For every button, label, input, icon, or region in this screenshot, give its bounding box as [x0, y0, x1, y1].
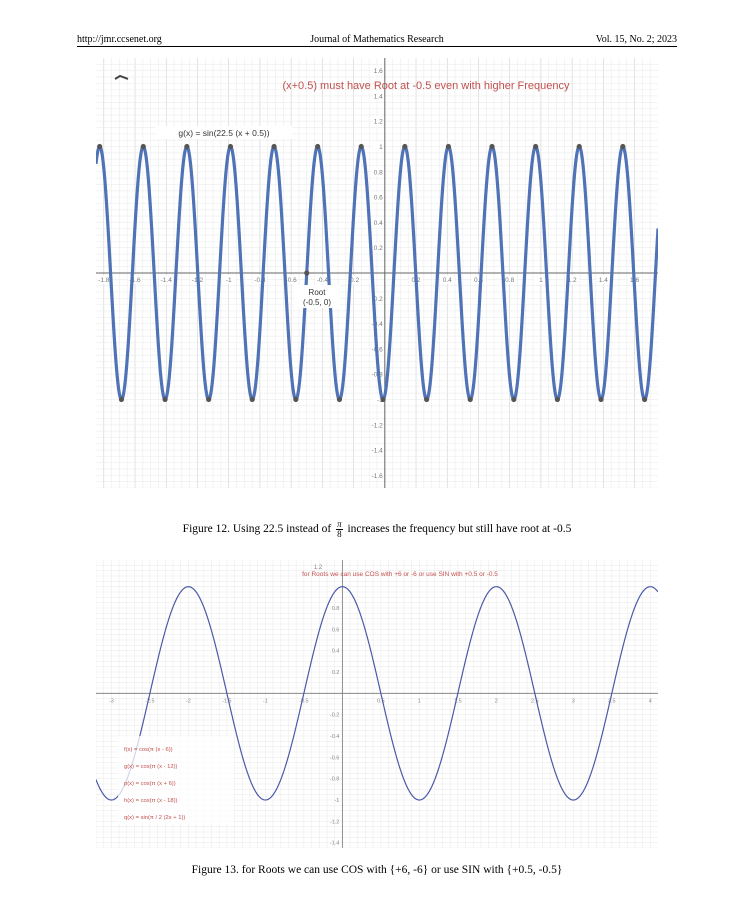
maximum-point [489, 143, 495, 150]
y-tick-label: 1.6 [374, 68, 383, 75]
x-tick-label: -1.8 [98, 277, 110, 284]
y-tick-label: -1.6 [372, 473, 384, 480]
minimum-point [380, 396, 386, 403]
maximum-point [402, 143, 408, 150]
y-tick-label: 0.8 [374, 169, 383, 176]
volume-info: Vol. 15, No. 2; 2023 [595, 34, 677, 45]
x-tick-label: -1 [263, 698, 268, 704]
x-tick-label: 4 [649, 698, 652, 704]
figure-12-caption: Figure 12. Using 22.5 instead of π8 incr… [0, 520, 754, 539]
function-legend: f(x) = cos(π (x - 6)) g(x) = cos(π (x - 1… [118, 736, 234, 824]
figure-13-caption: Figure 13. for Roots we can use COS with… [191, 864, 563, 876]
legend-entry: f(x) = cos(π (x - 6)) [124, 747, 173, 753]
y-tick-label: 0.2 [374, 245, 383, 252]
minimum-point [424, 396, 430, 403]
root-label-coords: (-0.5, 0) [303, 298, 331, 307]
minimum-point [467, 396, 473, 403]
y-tick-label: -0.8 [330, 777, 339, 783]
y-tick-label: 0.4 [374, 220, 383, 227]
figure-12-plot: -1.8 -1.6 -1.4 -1.2 -1 -0.8 -0.6 -0.4 -0.2 0.2 0.4… [96, 58, 658, 488]
y-tick-label: -1 [334, 798, 339, 804]
x-tick-label: -1.5 [222, 698, 231, 704]
caption-text: Figure 12. Using 22.5 instead of [182, 523, 335, 536]
y-tick-label: -1.2 [330, 819, 339, 825]
y-tick-label: 0.4 [332, 649, 340, 655]
x-tick-label: -0.6 [286, 277, 298, 284]
maximum-point [533, 143, 539, 150]
y-tick-label: 0.2 [332, 670, 340, 676]
x-tick-label: -0.5 [299, 698, 308, 704]
y-tick-label: 0.8 [332, 606, 340, 612]
maximum-point [271, 143, 277, 150]
y-tick-label: -1.2 [372, 422, 384, 429]
maximum-point [358, 143, 364, 150]
y-tick-label: 0.6 [332, 627, 340, 633]
pi-over-8-fraction: π8 [336, 520, 343, 539]
y-tick-label: -0.2 [330, 713, 339, 719]
x-tick-label: 1 [539, 277, 543, 284]
maximum-point [97, 143, 103, 150]
figure-12: -1.8 -1.6 -1.4 -1.2 -1 -0.8 -0.6 -0.4 -0.2 0.2 0.4… [96, 58, 658, 488]
minimum-point [511, 396, 517, 403]
journal-title: Journal of Mathematics Research [310, 34, 444, 45]
x-tick-label: 0.4 [443, 277, 452, 284]
minimum-point [118, 396, 125, 403]
undo-icon[interactable] [114, 74, 129, 80]
maximum-point [227, 143, 234, 150]
legend-entry: g(x) = cos(π (x - 12)) [124, 764, 178, 770]
minimum-point [336, 396, 343, 403]
legend-entry: q(x) = sin(π / 2 (2x + 1)) [124, 815, 185, 821]
x-tick-label: 1.4 [599, 277, 608, 284]
y-tick-label: -1.4 [372, 448, 384, 455]
page-header: http://jmr.ccsenet.org Journal of Mathem… [77, 33, 677, 47]
minimum-point [554, 396, 561, 403]
minimum-point [206, 396, 212, 403]
y-tick-label: 1.4 [374, 93, 383, 100]
y-tick-label: 0.6 [374, 195, 383, 202]
minimum-point [249, 396, 255, 403]
maximum-point [140, 143, 146, 150]
maximum-point [184, 143, 190, 150]
x-tick-label: 0.8 [505, 277, 514, 284]
minimum-point [598, 396, 604, 403]
legend-entry: p(x) = cos(π (x + 6)) [124, 781, 176, 787]
fraction-denominator: 8 [337, 529, 342, 539]
root-label-title: Root [309, 288, 327, 297]
maximum-point [315, 143, 321, 150]
y-tick-label: -1.4 [330, 841, 339, 847]
minimum-point [293, 396, 299, 403]
x-tick-label: -1.4 [161, 277, 173, 284]
x-tick-label: 1 [418, 698, 421, 704]
y-tick-label: 1.2 [374, 119, 383, 126]
x-tick-label: -2.5 [145, 698, 154, 704]
minimum-point [162, 396, 168, 403]
legend-entry: h(x) = cos(π (x - 18)) [124, 798, 178, 804]
minimum-point [642, 396, 648, 403]
maximum-point [445, 143, 452, 150]
figure-13-plot: -3 -2.5 -2 -1.5 -1 -0.5 0.5 1 1.5 2 2.5 3 3.5 40.80.6… [96, 560, 658, 848]
maximum-point [576, 143, 582, 150]
root-point [304, 270, 310, 276]
figure-13: -3 -2.5 -2 -1.5 -1 -0.5 0.5 1 1.5 2 2.5 3 3.5 4 0.8 0.6… [96, 560, 658, 848]
x-tick-label: -3 [109, 698, 114, 704]
maximum-point [620, 143, 626, 150]
x-tick-label: 3 [572, 698, 575, 704]
y-tick-label: -0.4 [330, 734, 339, 740]
x-tick-label: -0.4 [317, 277, 329, 284]
x-tick-label: -2 [186, 698, 191, 704]
caption-text-end: increases the frequency but still have r… [344, 523, 572, 536]
y-tick-label: -0.6 [330, 755, 339, 761]
header-rule [77, 46, 677, 47]
x-tick-label: 2 [495, 698, 498, 704]
y-tick-label: 1 [379, 144, 383, 151]
function-label: g(x) = sin(22.5 (x + 0.5)) [178, 128, 269, 138]
figure-annotation: (x+0.5) must have Root at -0.5 even with… [282, 80, 570, 92]
figure-annotation: for Roots we can use COS with +6 or -6 o… [302, 571, 498, 578]
x-tick-label: -1 [226, 277, 232, 284]
